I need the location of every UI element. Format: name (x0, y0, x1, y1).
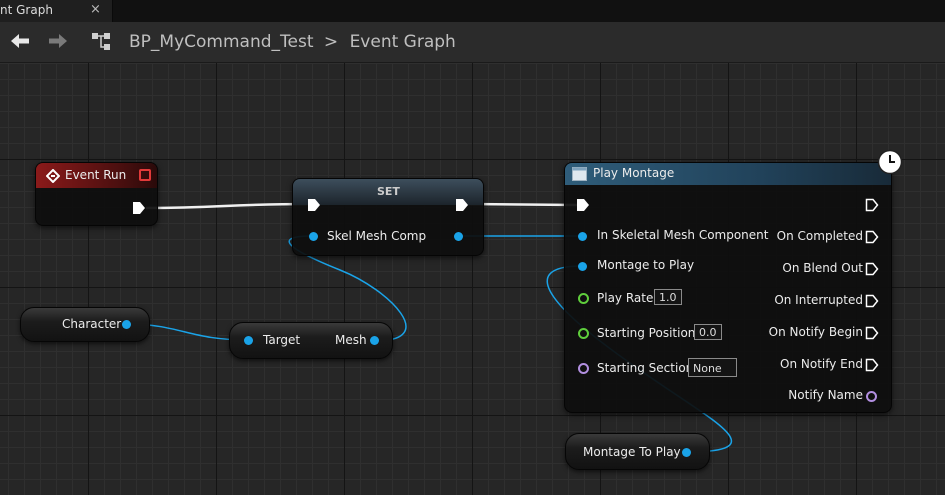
set-node[interactable]: SET Skel Mesh Comp (292, 178, 484, 256)
notify-name-label: Notify Name (788, 388, 863, 402)
back-button[interactable] (8, 30, 32, 52)
play-rate-field[interactable]: 1.0 (654, 289, 682, 305)
set-exec-out-pin[interactable] (455, 198, 469, 212)
set-output-pin[interactable] (454, 232, 463, 241)
play-montage-title: Play Montage (593, 166, 675, 180)
target-input-pin[interactable] (244, 336, 253, 345)
event-icon (46, 169, 60, 183)
breadcrumb-bar: BP_MyCommand_Test > Event Graph (0, 22, 945, 63)
on-interrupted-pin[interactable] (865, 294, 879, 308)
function-icon (572, 167, 587, 181)
montage-to-play-pin[interactable] (578, 262, 587, 271)
set-title: SET (377, 185, 400, 198)
starting-position-pin[interactable] (578, 328, 589, 339)
starting-position-field[interactable]: 0.0 (694, 324, 722, 340)
on-blend-out-pin[interactable] (865, 262, 879, 276)
on-notify-begin-pin[interactable] (865, 326, 879, 340)
arrow-left-icon (11, 34, 29, 48)
starting-section-pin[interactable] (578, 363, 589, 374)
mesh-label: Mesh (335, 333, 367, 347)
mesh-output-pin[interactable] (370, 336, 379, 345)
breadcrumb-graph[interactable]: Event Graph (350, 32, 456, 52)
starting-section-field[interactable]: None (688, 358, 737, 377)
clock-icon (877, 149, 903, 175)
on-completed-pin[interactable] (865, 230, 879, 244)
get-mesh-node[interactable]: Target Mesh (229, 322, 393, 359)
set-exec-in-pin[interactable] (307, 198, 321, 212)
montage-var-label: Montage To Play (583, 445, 681, 459)
in-skeletal-mesh-pin[interactable] (578, 232, 587, 241)
on-notify-end-label: On Notify End (780, 357, 863, 371)
blueprint-graph-icon (92, 33, 110, 50)
tab-bar: nt Graph × (0, 0, 945, 22)
in-skeletal-mesh-label: In Skeletal Mesh Component (597, 228, 769, 242)
starting-section-label: Starting Section (597, 361, 694, 375)
event-run-title: Event Run (65, 168, 127, 182)
close-icon[interactable]: × (90, 2, 101, 17)
arrow-right-icon (49, 34, 67, 48)
play-montage-node[interactable]: Play Montage In Skeletal Mesh Component … (564, 162, 892, 413)
on-blend-out-label: On Blend Out (782, 261, 863, 275)
play-rate-label: Play Rate (597, 291, 654, 305)
forward-button[interactable] (46, 30, 70, 52)
exec-out-pin[interactable] (132, 201, 146, 215)
on-notify-end-pin[interactable] (865, 358, 879, 372)
montage-to-play-variable-node[interactable]: Montage To Play (565, 433, 710, 470)
event-run-node[interactable]: Event Run (35, 162, 158, 226)
on-completed-label: On Completed (776, 229, 863, 243)
tab-label: nt Graph (0, 3, 53, 17)
starting-position-label: Starting Position (597, 326, 696, 340)
target-label: Target (263, 333, 301, 347)
tab-event-graph[interactable]: nt Graph × (0, 0, 113, 22)
breadcrumb: BP_MyCommand_Test > Event Graph (129, 32, 456, 52)
montage-exec-in-pin[interactable] (576, 198, 590, 212)
play-rate-pin[interactable] (578, 293, 589, 304)
character-label: Character (62, 317, 122, 331)
on-notify-begin-label: On Notify Begin (768, 325, 863, 339)
montage-var-output-pin[interactable] (682, 448, 691, 457)
breadcrumb-separator: > (323, 32, 339, 52)
delegate-pin[interactable] (139, 169, 151, 181)
set-input-label: Skel Mesh Comp (327, 229, 427, 243)
character-variable-node[interactable]: Character (20, 307, 150, 342)
set-input-pin[interactable] (309, 232, 318, 241)
montage-exec-out-pin[interactable] (865, 198, 879, 212)
montage-to-play-label: Montage to Play (597, 258, 695, 272)
on-interrupted-label: On Interrupted (774, 293, 863, 307)
breadcrumb-blueprint[interactable]: BP_MyCommand_Test (129, 32, 314, 52)
character-output-pin[interactable] (122, 320, 131, 329)
notify-name-pin[interactable] (866, 391, 877, 402)
